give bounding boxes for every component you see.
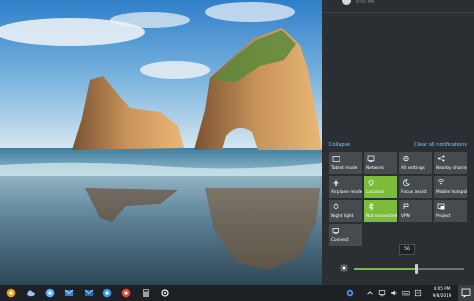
notification-card[interactable]: 4:05 PM [322,0,474,13]
ime-icon[interactable] [414,289,422,297]
brightness-slider[interactable] [354,264,464,274]
quick-action-label: Night light [331,214,354,219]
quick-action-vpn[interactable]: VPN [399,200,432,222]
quick-action-mobile-hotspot[interactable]: Mobile hotspot [434,176,467,198]
quick-action-focus-assist[interactable]: Focus assist [399,176,432,198]
clock-date: 9/8/2019 [432,292,452,298]
mail-icon[interactable] [64,288,74,298]
chrome-icon[interactable] [121,288,131,298]
brightness-slider-fill [354,268,416,270]
quick-action-label: Location [366,190,385,195]
quick-action-label: Mobile hotspot [436,190,467,195]
quick-action-label: Nearby sharing [436,166,467,171]
cloud-app-icon[interactable] [26,288,36,298]
chevron-up-icon[interactable] [366,289,374,297]
quick-action-label: Not connected [366,214,397,219]
quick-action-night-light[interactable]: Night light [329,200,362,222]
moon-icon [403,179,410,186]
bluetooth-icon [368,203,374,210]
outlook-icon[interactable] [84,288,94,298]
brightness-slider-thumb[interactable] [414,264,418,274]
airplane-icon [332,179,340,186]
chrome-canary-icon[interactable] [6,288,16,298]
keyboard-icon[interactable] [402,289,410,297]
night-light-icon [333,203,339,209]
location-icon [368,179,374,186]
quick-action-label: Tablet mode [331,166,358,171]
quick-action-label: VPN [401,214,410,219]
settings-icon[interactable] [160,288,170,298]
photos-icon[interactable] [102,288,112,298]
project-icon [437,203,445,210]
tablet-mode-icon [332,156,340,162]
quick-action-label: Airplane mode [331,190,362,195]
desktop-screen: 4:05 PM Collapse Clear all notifications… [0,0,474,301]
brightness-value-tooltip: 56 [399,244,415,255]
notification-time: 4:05 PM [356,0,375,5]
quick-action-label: Connect [331,238,349,243]
quick-action-label: Network [366,166,384,171]
notification-icon [461,288,471,298]
taskbar-clock[interactable]: 4:05 PM 9/8/2019 [430,286,454,299]
quick-action-location[interactable]: Location [364,176,397,198]
quick-action-tablet-mode[interactable]: Tablet mode [329,152,362,174]
gear-icon [403,155,409,162]
edge-tray-icon[interactable] [346,289,354,297]
hotspot-icon [437,179,445,185]
connect-icon [332,228,339,234]
brightness-icon [340,264,348,272]
network-tray-icon[interactable] [378,289,386,297]
notification-app-icon [342,0,351,5]
quick-action-airplane-mode[interactable]: Airplane mode [329,176,362,198]
action-center-button[interactable] [458,285,474,301]
share-icon [438,155,445,162]
quick-action-nearby-sharing[interactable]: Nearby sharing [434,152,467,174]
clock-time: 4:05 PM [433,286,451,291]
action-center-panel: 4:05 PM Collapse Clear all notifications… [322,0,474,285]
quick-action-not-connected[interactable]: Not connected [364,200,397,222]
calculator-icon[interactable] [141,288,151,298]
quick-action-all-settings[interactable]: All settings [399,152,432,174]
edge-icon[interactable] [45,288,55,298]
quick-action-label: All settings [401,166,425,171]
quick-action-network[interactable]: Network [364,152,397,174]
desktop-wallpaper [0,0,322,285]
clear-all-notifications-link[interactable]: Clear all notifications [414,142,467,148]
network-icon [367,155,375,162]
volume-icon[interactable] [390,289,398,297]
quick-action-project[interactable]: Project [434,200,467,222]
quick-action-label: Focus assist [401,190,427,195]
taskbar: 4:05 PM 9/8/2019 [0,285,474,301]
quick-action-label: Project [436,214,451,219]
quick-action-connect[interactable]: Connect [329,224,362,246]
collapse-link[interactable]: Collapse [329,142,350,148]
vpn-icon [403,203,409,209]
